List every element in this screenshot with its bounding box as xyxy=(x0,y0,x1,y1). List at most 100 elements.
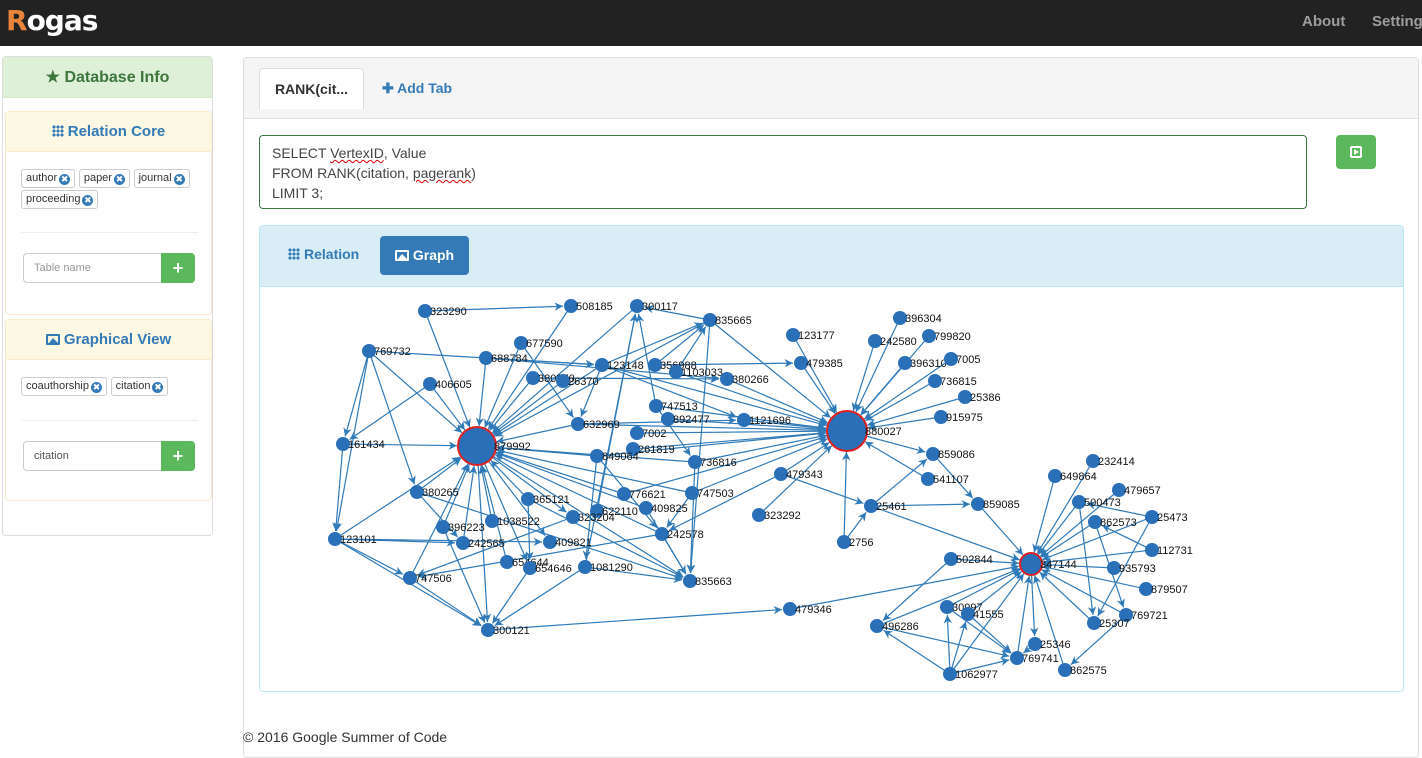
graph-node[interactable]: 769741 xyxy=(1010,651,1059,665)
graph-node[interactable]: 500473 xyxy=(1072,495,1121,509)
graph-node[interactable]: 409821 xyxy=(543,535,592,549)
graph-node[interactable]: 769732 xyxy=(362,344,411,358)
graph-node[interactable]: 502844 xyxy=(944,552,993,566)
graph-node[interactable]: 323290 xyxy=(418,304,467,318)
graph-name-input[interactable] xyxy=(23,441,162,471)
remove-icon[interactable]: ✖ xyxy=(82,195,94,206)
graph-node[interactable]: 776621 xyxy=(617,487,666,501)
graph-node[interactable]: 25307 xyxy=(1087,616,1130,630)
graph-node[interactable]: 242565 xyxy=(456,536,505,550)
table-name-input[interactable] xyxy=(23,253,162,283)
tag-proceeding[interactable]: proceeding ✖ xyxy=(21,190,99,209)
relation-tab[interactable]: Relation xyxy=(288,246,359,262)
graph-node[interactable]: 7005 xyxy=(944,352,980,366)
add-tab-button[interactable]: ✚ Add Tab xyxy=(382,80,452,97)
remove-icon[interactable]: ✖ xyxy=(152,382,164,393)
graph-node[interactable]: 2756 xyxy=(837,535,873,549)
graph-node[interactable]: 479346 xyxy=(783,602,832,616)
graph-node[interactable]: 654646 xyxy=(523,561,572,575)
graph-tab[interactable]: Graph xyxy=(380,236,469,275)
graph-node[interactable]: 7002 xyxy=(630,426,666,440)
graph-node[interactable]: 112731 xyxy=(1145,543,1193,557)
graph-node[interactable]: 406605 xyxy=(423,377,472,391)
graph-node[interactable]: 25346 xyxy=(1028,637,1071,651)
graph-node[interactable]: 300121 xyxy=(481,623,530,637)
graph-node[interactable]: 541107 xyxy=(921,472,969,486)
graph-node[interactable]: 161434 xyxy=(336,437,385,451)
graph-node[interactable]: 1062977 xyxy=(943,667,998,681)
graph-node[interactable]: 915975 xyxy=(934,410,983,424)
graph-node[interactable]: 496286 xyxy=(870,619,919,633)
graph-canvas[interactable]: 323290 508185 300117 835665 123177 396304 2425… xyxy=(260,287,1403,691)
graph-node[interactable]: 396223 xyxy=(436,520,485,534)
graph-node[interactable]: 26370 xyxy=(556,374,599,388)
remove-icon[interactable]: ✖ xyxy=(113,174,125,185)
graph-node[interactable]: 835663 xyxy=(683,574,732,588)
graph-node[interactable]: 892477 xyxy=(661,412,710,426)
add-graph-button[interactable]: + xyxy=(161,441,195,471)
graph-node[interactable]: 242580 xyxy=(868,334,917,348)
graph-node[interactable]: 479343 xyxy=(774,467,823,481)
graph-node[interactable]: 232414 xyxy=(1086,454,1135,468)
add-table-button[interactable]: + xyxy=(161,253,195,283)
node-circle[interactable] xyxy=(1019,552,1043,576)
logo[interactable]: Rogas xyxy=(6,4,98,37)
graph-node[interactable]: 859085 xyxy=(971,497,1020,511)
graph-node[interactable]: 1038522 xyxy=(485,514,540,528)
tab-rank-citation[interactable]: RANK(cit... xyxy=(259,68,364,109)
remove-icon[interactable]: ✖ xyxy=(59,174,71,185)
graph-node[interactable]: 123101 xyxy=(328,532,377,546)
graph-node[interactable]: 859086 xyxy=(926,447,975,461)
graph-node[interactable]: 25461 xyxy=(864,499,907,513)
remove-icon[interactable]: ✖ xyxy=(91,382,102,393)
graph-node[interactable]: 409825 xyxy=(639,501,688,515)
graph-node[interactable]: 1103033 xyxy=(669,365,723,379)
query-editor[interactable]: SELECT VertexID, Value FROM RANK(citatio… xyxy=(259,135,1307,209)
tag-journal[interactable]: journal ✖ xyxy=(133,169,190,188)
graph-node[interactable]: 632969 xyxy=(571,417,620,431)
tag-citation[interactable]: citation ✖ xyxy=(110,377,169,396)
nav-setting[interactable]: Setting xyxy=(1372,13,1422,30)
graph-node[interactable]: 935793 xyxy=(1107,561,1156,575)
run-query-button[interactable] xyxy=(1336,135,1376,169)
node-circle[interactable] xyxy=(457,426,497,466)
graph-node[interactable]: 41555 xyxy=(961,607,1004,621)
graph-node[interactable]: 688784 xyxy=(479,351,528,365)
graph-node[interactable]: 879507 xyxy=(1139,582,1188,596)
graph-node[interactable]: 862575 xyxy=(1058,663,1107,677)
graph-node[interactable]: 736816 xyxy=(688,455,737,469)
tag-paper[interactable]: paper ✖ xyxy=(78,169,130,188)
graph-node[interactable]: 835665 xyxy=(703,313,752,327)
graph-node[interactable]: 365121 xyxy=(521,492,570,506)
graph-node[interactable]: 799820 xyxy=(922,329,971,343)
graph-node[interactable]: 123177 xyxy=(786,328,835,342)
graph-node[interactable]: 862573 xyxy=(1088,515,1137,529)
graph-node[interactable]: 747503 xyxy=(685,486,734,500)
graph-node[interactable]: 323204 xyxy=(566,510,615,524)
graph-node[interactable]: 323292 xyxy=(752,508,801,522)
graph-node[interactable]: 25386 xyxy=(958,390,1001,404)
graph-node[interactable]: 479385 xyxy=(794,356,843,370)
tag-coauthorship[interactable]: coauthorship ✖ xyxy=(21,377,107,396)
graph-node[interactable]: 1081290 xyxy=(578,560,633,574)
graph-node[interactable]: 649864 xyxy=(1048,469,1097,483)
graph-node[interactable]: 123148 xyxy=(595,358,644,372)
graph-node[interactable]: 736815 xyxy=(928,374,977,388)
graph-node[interactable]: 25473 xyxy=(1145,510,1188,524)
nav-about[interactable]: About xyxy=(1302,13,1345,30)
graph-node[interactable]: 479657 xyxy=(1112,483,1161,497)
remove-icon[interactable]: ✖ xyxy=(173,174,185,185)
graph-node[interactable]: 677590 xyxy=(514,336,563,350)
graph-node[interactable]: 880027 xyxy=(826,410,902,452)
graph-node[interactable]: 300117 xyxy=(630,299,678,313)
graph-node[interactable]: 396304 xyxy=(893,311,942,325)
graph-node[interactable]: 747506 xyxy=(403,571,452,585)
node-circle[interactable] xyxy=(826,410,868,452)
graph-node[interactable]: 396310 xyxy=(898,356,947,370)
graph-node[interactable]: 747513 xyxy=(649,399,698,413)
graph-node[interactable]: 1121696 xyxy=(737,413,791,427)
graph-node[interactable]: 508185 xyxy=(564,299,613,313)
graph-node[interactable]: 849064 xyxy=(590,449,639,463)
tag-author[interactable]: author ✖ xyxy=(21,169,76,188)
graph-node[interactable]: 380266 xyxy=(720,372,769,386)
